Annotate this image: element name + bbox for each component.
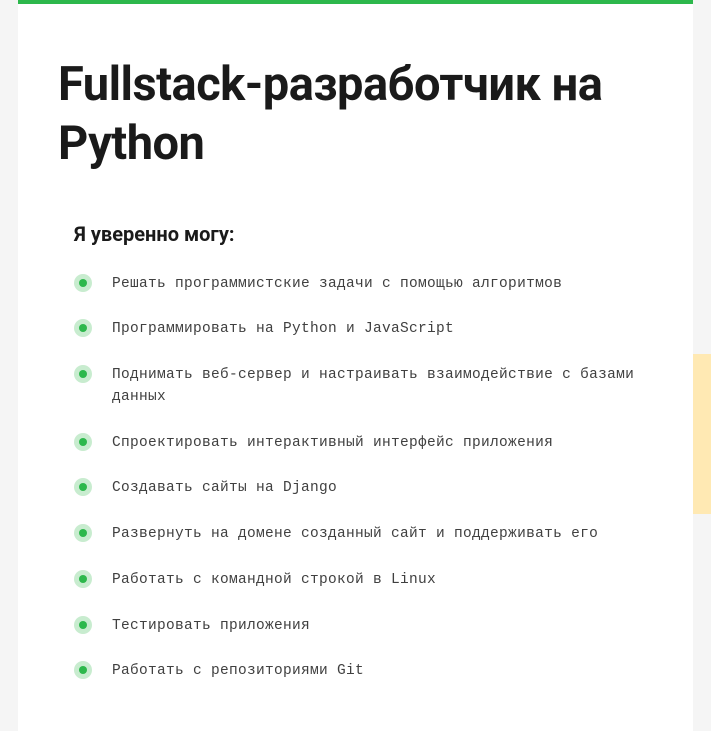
- content-section: Я уверенно могу: Решать программистские …: [18, 174, 693, 684]
- skills-subtitle: Я уверенно могу:: [74, 222, 637, 246]
- list-item: Работать с репозиториями Git: [74, 661, 637, 683]
- list-item: Тестировать приложения: [74, 616, 637, 638]
- skill-text: Спроектировать интерактивный интерфейс п…: [112, 433, 553, 455]
- list-item: Поднимать веб-сервер и настраивать взаим…: [74, 365, 637, 409]
- list-item: Программировать на Python и JavaScript: [74, 319, 637, 341]
- skills-list: Решать программистские задачи с помощью …: [74, 274, 637, 684]
- list-item: Спроектировать интерактивный интерфейс п…: [74, 433, 637, 455]
- skill-text: Работать с репозиториями Git: [112, 661, 364, 683]
- list-item: Работать с командной строкой в Linux: [74, 570, 637, 592]
- side-accent-tab: [693, 354, 711, 514]
- bullet-icon: [74, 365, 92, 383]
- list-item: Решать программистские задачи с помощью …: [74, 274, 637, 296]
- bullet-icon: [74, 661, 92, 679]
- skill-text: Создавать сайты на Django: [112, 478, 337, 500]
- bullet-icon: [74, 570, 92, 588]
- page-title: Fullstack-разработчик на Python: [18, 4, 693, 174]
- document-card: Fullstack-разработчик на Python Я уверен…: [18, 0, 693, 731]
- skill-text: Решать программистские задачи с помощью …: [112, 274, 562, 296]
- skill-text: Поднимать веб-сервер и настраивать взаим…: [112, 365, 637, 409]
- skill-text: Тестировать приложения: [112, 616, 310, 638]
- bullet-icon: [74, 616, 92, 634]
- list-item: Развернуть на домене созданный сайт и по…: [74, 524, 637, 546]
- skill-text: Работать с командной строкой в Linux: [112, 570, 436, 592]
- bullet-icon: [74, 274, 92, 292]
- bullet-icon: [74, 433, 92, 451]
- bullet-icon: [74, 319, 92, 337]
- bullet-icon: [74, 478, 92, 496]
- list-item: Создавать сайты на Django: [74, 478, 637, 500]
- bullet-icon: [74, 524, 92, 542]
- skill-text: Программировать на Python и JavaScript: [112, 319, 454, 341]
- skill-text: Развернуть на домене созданный сайт и по…: [112, 524, 598, 546]
